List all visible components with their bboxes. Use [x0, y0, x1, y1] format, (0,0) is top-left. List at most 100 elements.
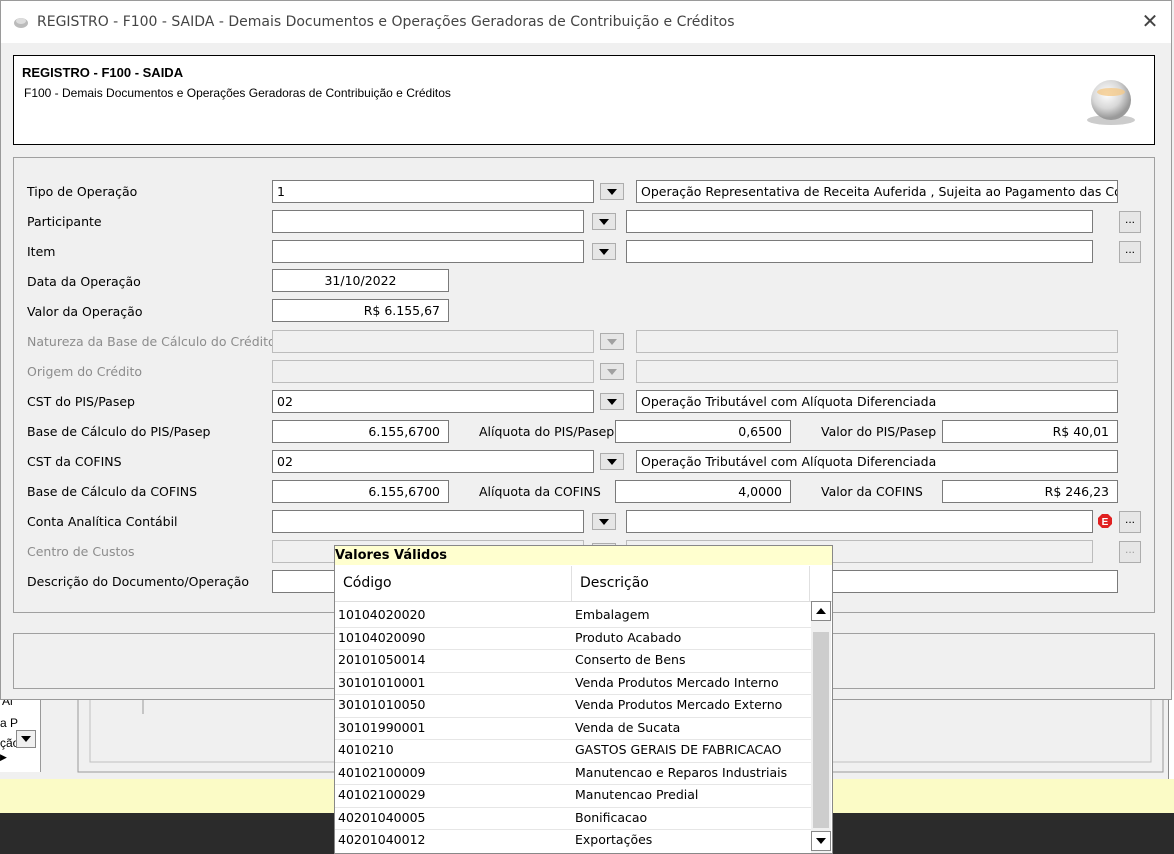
- codigo-cell: 10104020020: [338, 607, 426, 622]
- origem-credito-description: [636, 360, 1118, 383]
- column-separator: [809, 566, 810, 601]
- data-operacao-field[interactable]: 31/10/2022: [272, 269, 449, 292]
- item-browse-button[interactable]: ...: [1119, 241, 1141, 263]
- origem-credito-dropdown: [600, 363, 624, 380]
- aliquota-cofins-field[interactable]: 4,0000: [615, 480, 791, 503]
- column-header-codigo[interactable]: Código: [343, 575, 392, 591]
- codigo-cell: 40201040012: [338, 832, 426, 847]
- participante-field[interactable]: [272, 210, 584, 233]
- conta-analitica-dropdown[interactable]: [592, 513, 616, 530]
- header-subtitle: F100 - Demais Documentos e Operações Ger…: [24, 86, 451, 100]
- conta-analitica-browse-button[interactable]: ...: [1119, 511, 1141, 533]
- scroll-up-arrow-icon[interactable]: [811, 601, 831, 621]
- list-item[interactable]: 30101010050 Venda Produtos Mercado Extern…: [335, 694, 811, 718]
- participante-browse-button[interactable]: ...: [1119, 211, 1141, 233]
- participante-description: [626, 210, 1093, 233]
- descricao-cell: Manutencao Predial: [575, 787, 699, 802]
- valores-validos-popup: Valores Válidos Código Descrição 1010402…: [334, 545, 833, 854]
- descricao-cell: Bonificacao: [575, 809, 648, 825]
- participante-label: Participante: [27, 214, 102, 229]
- cst-pis-description: Operação Tributável com Alíquota Diferen…: [636, 390, 1118, 413]
- base-pis-label: Base de Cálculo do PIS/Pasep: [27, 424, 211, 439]
- conta-analitica-description: [626, 510, 1093, 533]
- codigo-cell: 30101990001: [338, 719, 426, 735]
- list-item[interactable]: 40102100009 Manutencao e Reparos Industri…: [335, 762, 811, 785]
- natureza-base-description: [636, 330, 1118, 353]
- descricao-cell: Produto Acabado: [575, 629, 682, 645]
- scroll-down-arrow-icon[interactable]: [811, 831, 831, 851]
- codigo-cell: 40102100029: [338, 787, 426, 802]
- arrow-right-icon[interactable]: ▶: [0, 752, 10, 764]
- base-cofins-label: Base de Cálculo da COFINS: [27, 484, 198, 499]
- descricao-cell: Conserto de Bens: [575, 652, 686, 667]
- list-item[interactable]: 30101010001 Venda Produtos Mercado Intern…: [335, 672, 811, 695]
- close-button[interactable]: ✕: [1135, 7, 1165, 37]
- codigo-cell: 40201040005: [338, 809, 426, 825]
- base-cofins-field[interactable]: 6.155,6700: [272, 480, 449, 503]
- cst-pis-dropdown[interactable]: [600, 393, 624, 410]
- cst-pis-label: CST do PIS/Pasep: [27, 394, 135, 409]
- list-item[interactable]: 40102100029 Manutencao Predial: [335, 784, 811, 808]
- valor-operacao-label: Valor da Operação: [27, 304, 143, 319]
- svg-text:E: E: [1102, 517, 1109, 528]
- origem-credito-label: Origem do Crédito: [27, 364, 143, 379]
- background-left-panel: Al a P ção ▶: [0, 692, 41, 772]
- valor-operacao-field[interactable]: R$ 6.155,67: [272, 299, 449, 322]
- descricao-cell: Exportações: [575, 832, 653, 847]
- app-icon: [14, 18, 28, 28]
- background-frame-lines: [833, 692, 1164, 773]
- natureza-base-label: Natureza da Base de Cálculo do Crédito: [27, 334, 276, 349]
- codigo-cell: 40102100009: [338, 764, 426, 780]
- aliquota-pis-field[interactable]: 0,6500: [615, 420, 791, 443]
- descricao-cell: Venda Produtos Mercado Interno: [575, 674, 779, 690]
- natureza-base-dropdown: [600, 333, 624, 350]
- centro-custos-browse-button: ...: [1119, 541, 1141, 563]
- valor-cofins-label: Valor da COFINS: [821, 484, 923, 499]
- list-item[interactable]: 40201040005 Bonificacao: [335, 807, 811, 830]
- list-item[interactable]: 10104020020 Embalagem: [335, 604, 811, 628]
- tipo-operacao-label: Tipo de Operação: [27, 184, 138, 199]
- cst-cofins-dropdown[interactable]: [600, 453, 624, 470]
- list-item[interactable]: 40201040012 Exportações: [335, 829, 811, 852]
- cst-pis-field[interactable]: 02: [272, 390, 594, 413]
- valor-pis-field[interactable]: R$ 40,01: [942, 420, 1118, 443]
- item-field[interactable]: [272, 240, 584, 263]
- item-label: Item: [27, 244, 56, 259]
- item-description: [626, 240, 1093, 263]
- column-header-descricao[interactable]: Descrição: [580, 575, 649, 591]
- background-label: a P: [0, 716, 19, 730]
- descricao-cell: Embalagem: [575, 607, 650, 622]
- codigo-cell: 30101010001: [338, 674, 426, 690]
- valor-cofins-field[interactable]: R$ 246,23: [942, 480, 1118, 503]
- header-panel: REGISTRO - F100 - SAIDA F100 - Demais Do…: [13, 55, 1155, 145]
- popup-title: Valores Válidos: [335, 546, 832, 565]
- error-icon: E: [1098, 514, 1112, 528]
- scrollbar-thumb[interactable]: [813, 632, 829, 828]
- conta-analitica-label: Conta Analítica Contábil: [27, 514, 178, 529]
- tipo-operacao-description: Operação Representativa de Receita Aufer…: [636, 180, 1118, 203]
- list-item[interactable]: 30101990001 Venda de Sucata: [335, 717, 811, 740]
- list-item[interactable]: 20101050014 Conserto de Bens: [335, 649, 811, 673]
- descricao-cell: Venda de Sucata: [575, 719, 681, 735]
- descricao-cell: Venda Produtos Mercado Externo: [575, 697, 783, 712]
- title-bar: REGISTRO - F100 - SAIDA - Demais Documen…: [1, 1, 1171, 43]
- cst-cofins-label: CST da COFINS: [27, 454, 122, 469]
- background-scroll-strip: [1168, 690, 1174, 780]
- origem-credito-field: [272, 360, 594, 383]
- chevron-down-icon[interactable]: [16, 730, 36, 748]
- descricao-doc-label: Descrição do Documento/Operação: [27, 574, 250, 589]
- window-title: REGISTRO - F100 - SAIDA - Demais Documen…: [37, 14, 735, 30]
- base-pis-field[interactable]: 6.155,6700: [272, 420, 449, 443]
- cst-cofins-field[interactable]: 02: [272, 450, 594, 473]
- codigo-cell: 30101010050: [338, 697, 426, 712]
- tipo-operacao-dropdown[interactable]: [600, 183, 624, 200]
- list-item[interactable]: 10104020090 Produto Acabado: [335, 627, 811, 650]
- item-dropdown[interactable]: [592, 243, 616, 260]
- list-item[interactable]: 4010210 GASTOS GERAIS DE FABRICACAO: [335, 739, 811, 763]
- conta-analitica-field[interactable]: [272, 510, 584, 533]
- header-title: REGISTRO - F100 - SAIDA: [22, 65, 184, 80]
- codigo-cell: 10104020090: [338, 629, 426, 645]
- tipo-operacao-field[interactable]: 1: [272, 180, 594, 203]
- participante-dropdown[interactable]: [592, 213, 616, 230]
- data-operacao-label: Data da Operação: [27, 274, 141, 289]
